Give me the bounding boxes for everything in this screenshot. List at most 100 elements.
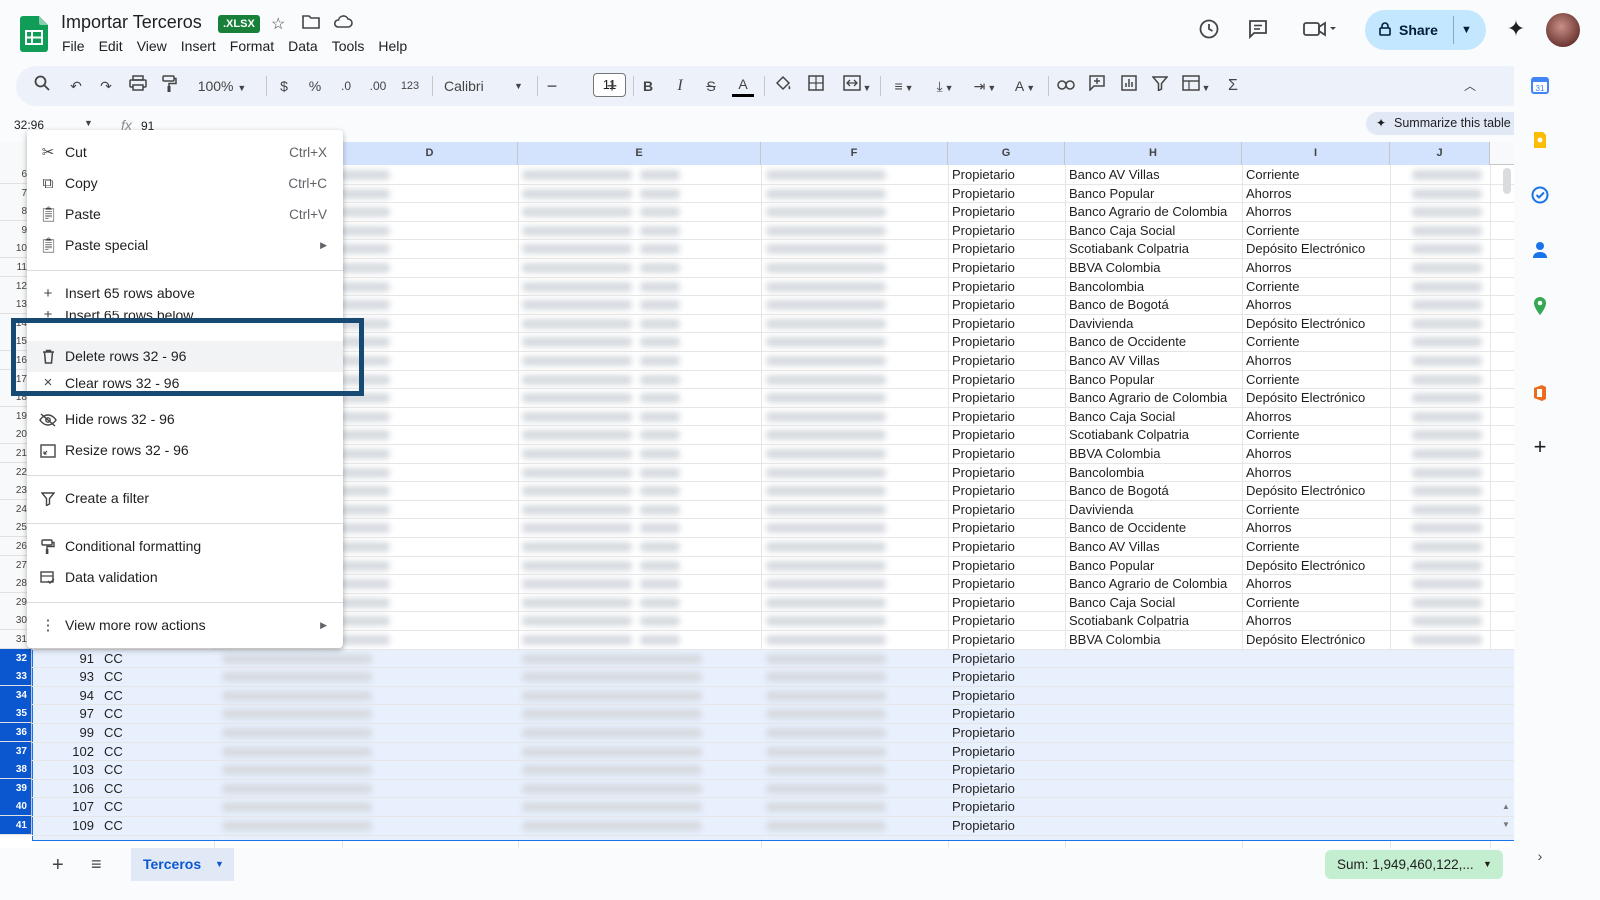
column-header-j[interactable]: J	[1390, 142, 1490, 165]
font-select[interactable]: Calibri ▼	[444, 75, 524, 97]
text-rotation-icon[interactable]: A ▼	[1008, 75, 1042, 97]
office-addon-icon[interactable]	[1530, 384, 1550, 404]
menu-data[interactable]: Data	[288, 38, 318, 54]
cell-id[interactable]: 107	[32, 797, 98, 816]
column-header-h[interactable]: H	[1065, 142, 1242, 165]
sheet-tab-dropdown-icon[interactable]: ▼	[215, 848, 224, 881]
sheet-tab-terceros[interactable]: Terceros ▼	[131, 848, 234, 881]
cell-id[interactable]: 102	[32, 742, 98, 761]
cell-role[interactable]: Propietario	[948, 797, 1065, 816]
row-header-selected[interactable]: 34	[0, 685, 32, 705]
move-folder-icon[interactable]	[302, 14, 320, 35]
cell-role[interactable]: Propietario	[948, 556, 1065, 575]
bold-icon[interactable]: B	[638, 75, 658, 97]
cell-role[interactable]: Propietario	[948, 704, 1065, 723]
cell-role[interactable]: Propietario	[948, 295, 1065, 314]
cell-role[interactable]: Propietario	[948, 277, 1065, 296]
column-header-i[interactable]: I	[1242, 142, 1390, 165]
cell-doc-type[interactable]: CC	[100, 723, 210, 742]
calendar-icon[interactable]: 31	[1530, 76, 1550, 96]
cell-bank[interactable]: Banco Agrario de Colombia	[1065, 574, 1242, 593]
cell-account-type[interactable]: Ahorros	[1242, 202, 1390, 221]
menu-item-resize-rows[interactable]: Resize rows 32 - 96	[27, 435, 343, 466]
undo-icon[interactable]: ↶	[66, 75, 86, 97]
column-header-e[interactable]: E	[518, 142, 761, 165]
share-dropdown-icon[interactable]: ▼	[1461, 10, 1472, 50]
cell-bank[interactable]: Banco Popular	[1065, 556, 1242, 575]
version-history-icon[interactable]	[1197, 18, 1221, 42]
cell-account-type[interactable]: Corriente	[1242, 500, 1390, 519]
cell-bank[interactable]: Banco AV Villas	[1065, 165, 1242, 184]
functions-icon[interactable]: Σ	[1223, 75, 1243, 97]
cell-role[interactable]: Propietario	[948, 649, 1065, 668]
cell-account-type[interactable]: Depósito Electrónico	[1242, 556, 1390, 575]
cell-bank[interactable]: BBVA Colombia	[1065, 258, 1242, 277]
menu-item-copy[interactable]: ⧉ Copy Ctrl+C	[27, 168, 343, 199]
row-header-selected[interactable]: 40	[0, 797, 32, 817]
cell-role[interactable]: Propietario	[948, 500, 1065, 519]
paint-format-icon[interactable]	[159, 75, 179, 97]
cell-role[interactable]: Propietario	[948, 723, 1065, 742]
comments-icon[interactable]	[1246, 18, 1270, 42]
cell-bank[interactable]: BBVA Colombia	[1065, 444, 1242, 463]
cell-account-type[interactable]: Corriente	[1242, 277, 1390, 296]
contacts-icon[interactable]	[1530, 241, 1550, 261]
collapse-toolbar-icon[interactable]: ︿	[1460, 75, 1480, 97]
cell-role[interactable]: Propietario	[948, 760, 1065, 779]
cell-role[interactable]: Propietario	[948, 463, 1065, 482]
cell-role[interactable]: Propietario	[948, 444, 1065, 463]
row-header-selected[interactable]: 37	[0, 741, 32, 761]
row-header-selected[interactable]: 39	[0, 778, 32, 798]
cell-bank[interactable]: Banco Caja Social	[1065, 407, 1242, 426]
sum-status[interactable]: Sum: 1,949,460,122,... ▼	[1325, 850, 1503, 879]
currency-format-button[interactable]: $	[274, 75, 294, 97]
tasks-icon[interactable]	[1530, 186, 1550, 206]
cell-role[interactable]: Propietario	[948, 184, 1065, 203]
cell-role[interactable]: Propietario	[948, 332, 1065, 351]
text-wrapping-icon[interactable]: ⇥ ▼	[968, 75, 1002, 97]
row-header-selected[interactable]: 38	[0, 760, 32, 780]
zoom-select[interactable]: 100% ▼	[192, 75, 252, 97]
cell-account-type[interactable]: Corriente	[1242, 370, 1390, 389]
cell-bank[interactable]: Bancolombia	[1065, 277, 1242, 296]
cell-account-type[interactable]: Corriente	[1242, 165, 1390, 184]
cell-doc-type[interactable]: CC	[100, 760, 210, 779]
cell-account-type[interactable]: Ahorros	[1242, 463, 1390, 482]
cell-role[interactable]: Propietario	[948, 425, 1065, 444]
insert-chart-icon[interactable]	[1119, 75, 1139, 97]
menu-item-data-validation[interactable]: Data validation	[27, 562, 343, 593]
text-color-icon[interactable]: A	[732, 75, 754, 97]
cell-id[interactable]: 106	[32, 779, 98, 798]
increase-font-size-button[interactable]: +	[602, 75, 622, 97]
cell-bank[interactable]: Banco Popular	[1065, 370, 1242, 389]
cell-bank[interactable]: Banco de Occidente	[1065, 332, 1242, 351]
cell-role[interactable]: Propietario	[948, 239, 1065, 258]
column-header-f[interactable]: F	[761, 142, 948, 165]
menu-file[interactable]: File	[62, 38, 85, 54]
cell-role[interactable]: Propietario	[948, 816, 1065, 835]
cell-account-type[interactable]: Depósito Electrónico	[1242, 239, 1390, 258]
sheets-logo-icon[interactable]	[20, 16, 48, 52]
fill-color-icon[interactable]	[773, 75, 793, 97]
insert-comment-icon[interactable]	[1087, 75, 1107, 97]
menu-help[interactable]: Help	[378, 38, 407, 54]
menu-item-paste[interactable]: 📋︎ Paste Ctrl+V	[27, 199, 343, 230]
keep-icon[interactable]	[1530, 131, 1550, 151]
cell-bank[interactable]: BBVA Colombia	[1065, 630, 1242, 649]
cell-bank[interactable]: Banco Caja Social	[1065, 593, 1242, 612]
cell-bank[interactable]: Scotiabank Colpatria	[1065, 611, 1242, 630]
menu-view[interactable]: View	[137, 38, 167, 54]
decrease-decimal-button[interactable]: .0	[334, 75, 358, 97]
cell-account-type[interactable]: Ahorros	[1242, 611, 1390, 630]
cell-role[interactable]: Propietario	[948, 686, 1065, 705]
percent-format-button[interactable]: %	[305, 75, 325, 97]
cell-role[interactable]: Propietario	[948, 407, 1065, 426]
cell-account-type[interactable]: Ahorros	[1242, 184, 1390, 203]
menu-item-more-row-actions[interactable]: ⋮ View more row actions ▶	[27, 610, 343, 641]
get-addons-icon[interactable]: +	[1530, 436, 1550, 458]
cell-bank[interactable]: Scotiabank Colpatria	[1065, 425, 1242, 444]
cell-id[interactable]: 103	[32, 760, 98, 779]
row-header-selected[interactable]: 35	[0, 704, 32, 724]
share-button[interactable]: Share ▼	[1365, 10, 1486, 50]
cell-account-type[interactable]: Ahorros	[1242, 351, 1390, 370]
